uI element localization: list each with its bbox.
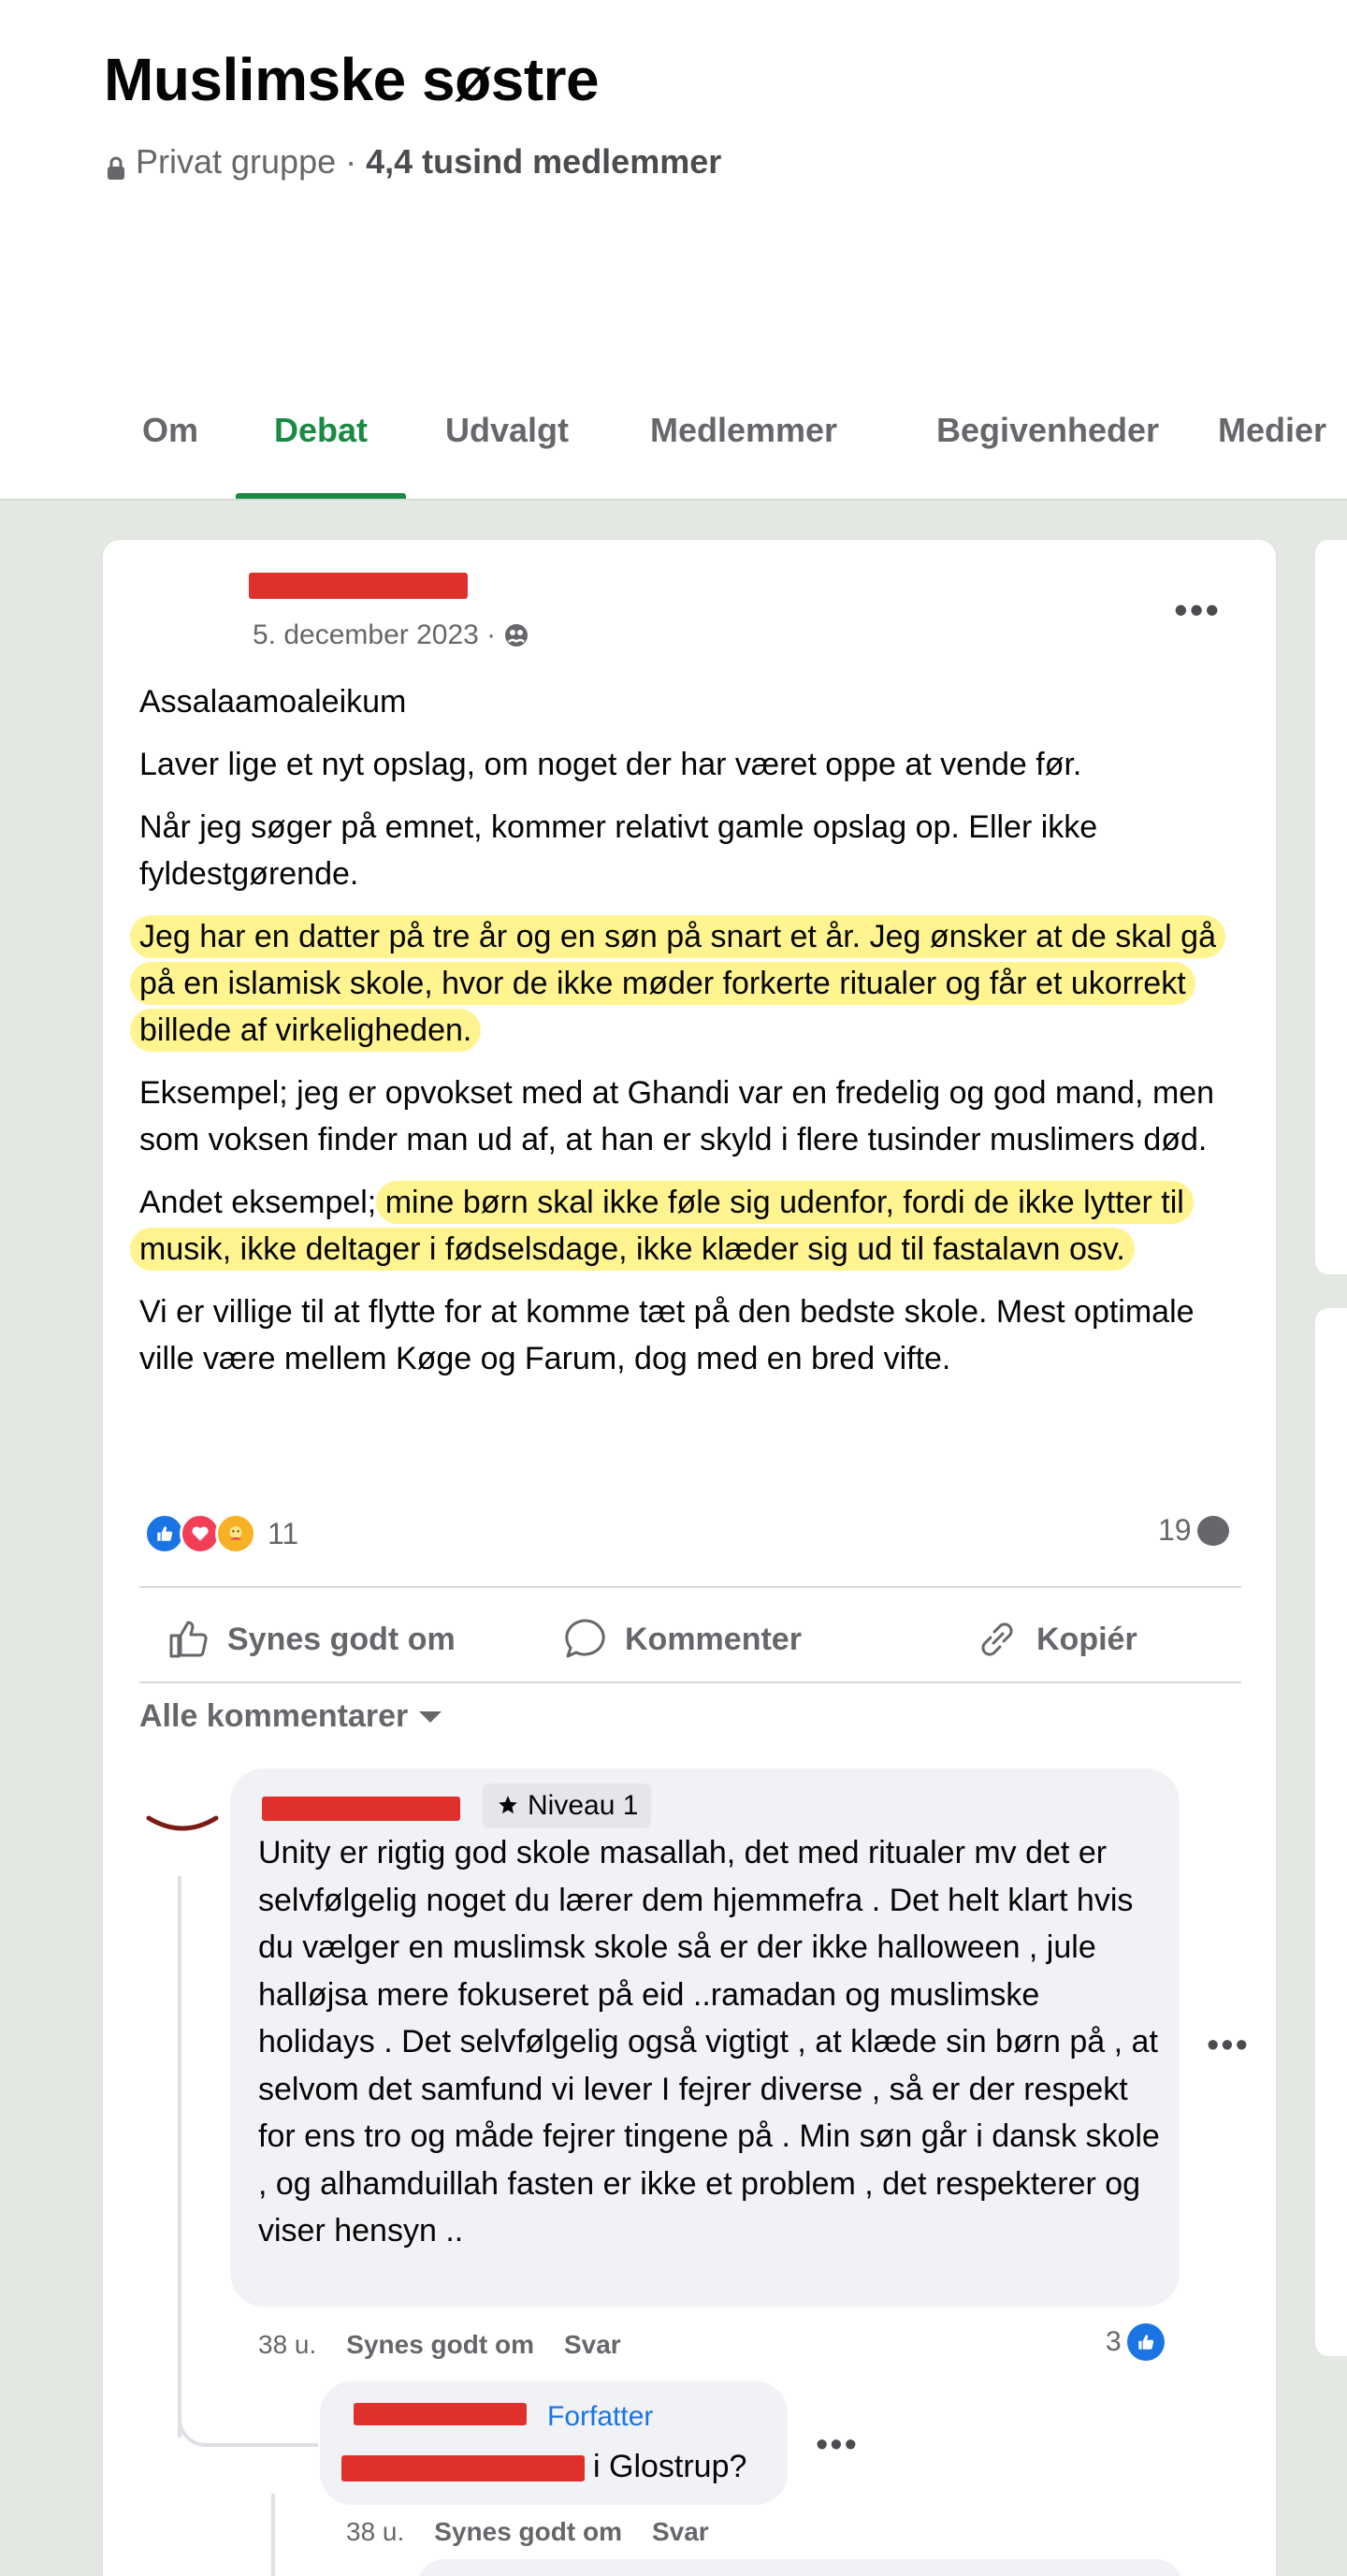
post-paragraph: Vi er villige til at flytte for at komme… (139, 1294, 1195, 1376)
reply-time[interactable]: 38 u. (346, 2517, 404, 2547)
thumbs-up-icon (169, 1621, 208, 1658)
post-paragraph: Assalaamoaleikum (139, 684, 407, 720)
thread-line (178, 1876, 181, 2438)
reactions-summary[interactable]: 11 (144, 1510, 298, 1557)
copy-link-button[interactable]: Kopiér (973, 1607, 1137, 1672)
side-card-lower (1315, 1308, 1347, 2356)
comment-button-label: Kommenter (625, 1621, 802, 1657)
post-timestamp[interactable]: 5. december 2023 · (253, 619, 529, 651)
comment-meta: 38 u. Synes godt om Svar (258, 2330, 621, 2360)
next-reply-bubble (416, 2559, 1183, 2576)
tab-om[interactable]: Om (131, 393, 210, 499)
post-paragraph-highlighted: Jeg har en datter på tre år og en søn på… (130, 913, 1243, 1054)
side-card (1315, 540, 1347, 1274)
reply-bubble (320, 2381, 788, 2505)
post-paragraph: Når jeg søger på emnet, kommer relativt … (139, 809, 1098, 892)
members-count[interactable]: 4,4 tusind medlemmer (366, 142, 721, 182)
reaction-count: 11 (268, 1516, 299, 1550)
avatar[interactable] (145, 1811, 220, 1848)
privacy-group-icon (503, 622, 529, 648)
comment-icon (565, 1619, 605, 1658)
reply-meta: 38 u. Synes godt om Svar (346, 2517, 709, 2547)
comment-filter-dropdown[interactable]: Alle kommentarer (139, 1698, 442, 1735)
reply-text: i Glostrup? (593, 2449, 747, 2484)
redacted-reply-author (354, 2403, 527, 2425)
thread-line (271, 2494, 275, 2576)
meta-separator: · (345, 142, 357, 181)
comment-filter-label: Alle kommentarer (139, 1698, 409, 1734)
copy-button-label: Kopiér (1036, 1621, 1137, 1657)
group-tabs: Om Debat Udvalgt Medlemmer Begivenheder … (0, 393, 1347, 499)
thread-connector (178, 2395, 318, 2447)
tab-begivenheder[interactable]: Begivenheder (907, 393, 1188, 499)
comment-count[interactable]: 19 (1158, 1513, 1229, 1548)
like-reaction-icon (1126, 2323, 1165, 2361)
privacy-label: Privat gruppe (136, 142, 337, 181)
tab-medier[interactable]: Medier (1202, 393, 1342, 499)
like-button[interactable]: Synes godt om (164, 1607, 456, 1672)
post-text-plain: Andet eksempel; (139, 1185, 377, 1220)
redacted-author-name (249, 573, 468, 599)
reply-more-options-icon[interactable]: ••• (816, 2425, 859, 2466)
post-paragraph-highlighted: Andet eksempel; mine børn skal ikke føle… (130, 1179, 1243, 1273)
tab-medlemmer[interactable]: Medlemmer (636, 393, 851, 499)
highlighted-text: Jeg har en datter på tre år og en søn på… (130, 915, 1225, 1052)
comment-like-count[interactable]: 3 (1106, 2323, 1165, 2361)
group-header: Muslimske søstre Privat gruppe · 4,4 tus… (0, 0, 1347, 501)
divider (139, 1586, 1241, 1588)
lock-icon (106, 150, 126, 180)
level-badge[interactable]: Niveau 1 (483, 1783, 652, 1828)
reply-like-button[interactable]: Synes godt om (434, 2517, 622, 2547)
comment-more-options-icon[interactable]: ••• (1207, 2026, 1250, 2066)
comment-count-text: 19 (1158, 1513, 1192, 1547)
comment-bubble-icon (1196, 1515, 1229, 1546)
like-button-label: Synes godt om (227, 1621, 456, 1657)
author-tag: Forfatter (547, 2401, 654, 2432)
post-paragraph: Eksempel; jeg er opvokset med at Ghandi … (139, 1075, 1215, 1157)
comment-time[interactable]: 38 u. (258, 2330, 316, 2360)
post-body: Assalaamoaleikum Laver lige et nyt opsla… (130, 678, 1243, 1398)
tab-debat[interactable]: Debat (236, 393, 406, 499)
reply-reply-button[interactable]: Svar (652, 2517, 709, 2547)
comment-reply-button[interactable]: Svar (564, 2330, 621, 2360)
care-reaction-icon (215, 1513, 256, 1554)
comment-text: Unity er rigtig god skole masallah, det … (258, 1835, 1160, 2249)
group-meta: Privat gruppe · 4,4 tusind medlemmer (106, 142, 721, 182)
post-more-options-icon[interactable]: ••• (1174, 590, 1221, 630)
post-date-text: 5. december 2023 · (253, 619, 497, 650)
tab-udvalgt[interactable]: Udvalgt (432, 393, 582, 499)
star-badge-icon (499, 1796, 517, 1814)
redacted-mention (341, 2455, 585, 2481)
post-paragraph: Laver lige et nyt opslag, om noget der h… (139, 747, 1082, 782)
comment-like-count-text: 3 (1106, 2326, 1122, 2357)
chevron-down-icon (419, 1710, 442, 1723)
redacted-commenter-name (262, 1797, 460, 1821)
level-badge-label: Niveau 1 (528, 1790, 639, 1821)
divider (139, 1681, 1241, 1683)
comment-like-button[interactable]: Synes godt om (346, 2330, 534, 2360)
group-title: Muslimske søstre (104, 46, 600, 113)
link-icon (981, 1623, 1013, 1656)
comment-button[interactable]: Kommenter (561, 1607, 802, 1672)
